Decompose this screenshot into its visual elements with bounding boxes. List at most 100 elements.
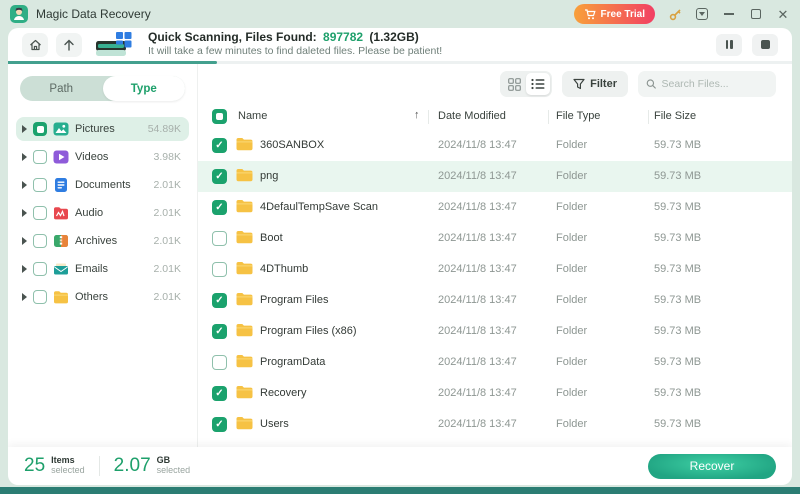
table-row[interactable]: Boot 2024/11/8 13:47 Folder 59.73 MB bbox=[198, 223, 792, 254]
checkbox[interactable] bbox=[212, 355, 227, 370]
sidebar-item-emails[interactable]: Emails 2.01K bbox=[16, 257, 189, 281]
table-row[interactable]: ProgramData 2024/11/8 13:47 Folder 59.73… bbox=[198, 347, 792, 378]
sidebar-item-others[interactable]: Others 2.01K bbox=[16, 285, 189, 309]
folder-icon bbox=[236, 292, 253, 306]
scan-progress-fill bbox=[8, 61, 217, 64]
expander-icon[interactable] bbox=[22, 209, 27, 217]
sidebar-item-archives[interactable]: Archives 2.01K bbox=[16, 229, 189, 253]
tray-icon[interactable] bbox=[695, 7, 709, 21]
sidebar-item-count: 2.01K bbox=[154, 291, 181, 303]
search-icon bbox=[646, 78, 656, 90]
checkbox[interactable] bbox=[33, 234, 47, 248]
checkbox[interactable] bbox=[33, 122, 47, 136]
sidebar-item-count: 54.89K bbox=[148, 123, 181, 135]
table-row[interactable]: Users 2024/11/8 13:47 Folder 59.73 MB bbox=[198, 409, 792, 440]
home-button[interactable] bbox=[22, 33, 48, 57]
table-header: Name ↑ Date Modified File Type File Size bbox=[198, 104, 792, 130]
view-toggle bbox=[500, 71, 552, 97]
up-button[interactable] bbox=[56, 33, 82, 57]
sort-ascending-icon[interactable]: ↑ bbox=[414, 109, 420, 121]
folder-icon bbox=[236, 199, 253, 213]
column-header-size[interactable]: File Size bbox=[654, 110, 696, 122]
stop-scan-button[interactable] bbox=[752, 34, 778, 56]
checkbox[interactable] bbox=[212, 200, 227, 215]
table-row-selected[interactable]: png 2024/11/8 13:47 Folder 59.73 MB bbox=[198, 161, 792, 192]
checkbox[interactable] bbox=[212, 293, 227, 308]
checkbox[interactable] bbox=[212, 324, 227, 339]
pause-scan-button[interactable] bbox=[716, 34, 742, 56]
sidebar-item-videos[interactable]: Videos 3.98K bbox=[16, 145, 189, 169]
expander-icon[interactable] bbox=[22, 293, 27, 301]
list-toolbar: Filter bbox=[198, 64, 792, 104]
audio-icon bbox=[53, 205, 69, 221]
app-title: Magic Data Recovery bbox=[36, 7, 151, 21]
expander-icon[interactable] bbox=[22, 153, 27, 161]
search-input[interactable] bbox=[661, 78, 768, 90]
free-trial-button[interactable]: Free Trial bbox=[574, 4, 655, 24]
sidebar-item-count: 2.01K bbox=[154, 207, 181, 219]
cart-icon bbox=[584, 9, 596, 20]
maximize-button[interactable] bbox=[749, 7, 763, 21]
tab-path[interactable]: Path bbox=[20, 76, 103, 101]
column-header-date[interactable]: Date Modified bbox=[438, 110, 506, 122]
checkbox[interactable] bbox=[33, 262, 47, 276]
checkbox[interactable] bbox=[33, 206, 47, 220]
checkbox[interactable] bbox=[212, 138, 227, 153]
files-found-count: 897782 bbox=[323, 30, 363, 44]
search-box bbox=[638, 71, 776, 97]
items-selected-count: 25 bbox=[24, 455, 45, 477]
scan-banner: Quick Scanning, Files Found: 897782 (1.3… bbox=[8, 28, 792, 61]
checkbox[interactable] bbox=[212, 231, 227, 246]
minimize-button[interactable] bbox=[722, 7, 736, 21]
select-all-checkbox[interactable] bbox=[212, 109, 227, 124]
sidebar: Path Type Pictures 54.89K Videos 3.98K bbox=[8, 64, 198, 447]
sidebar-item-label: Emails bbox=[75, 263, 148, 275]
table-row[interactable]: 360SANBOX 2024/11/8 13:47 Folder 59.73 M… bbox=[198, 130, 792, 161]
column-header-name[interactable]: Name bbox=[238, 110, 267, 122]
list-view-button[interactable] bbox=[526, 73, 550, 95]
documents-icon bbox=[53, 177, 69, 193]
sidebar-item-documents[interactable]: Documents 2.01K bbox=[16, 173, 189, 197]
expander-icon[interactable] bbox=[22, 181, 27, 189]
folder-icon bbox=[236, 261, 253, 275]
checkbox[interactable] bbox=[212, 262, 227, 277]
table-row[interactable]: Program Files (x86) 2024/11/8 13:47 Fold… bbox=[198, 316, 792, 347]
checkbox[interactable] bbox=[33, 178, 47, 192]
checkbox[interactable] bbox=[212, 386, 227, 401]
sidebar-item-label: Audio bbox=[75, 207, 148, 219]
folder-icon bbox=[236, 354, 253, 368]
checkbox[interactable] bbox=[212, 417, 227, 432]
tab-type[interactable]: Type bbox=[103, 76, 186, 101]
folder-icon bbox=[236, 137, 253, 151]
checkbox[interactable] bbox=[212, 169, 227, 184]
file-list-panel: Filter Name ↑ Date Modified File Type bbox=[198, 64, 792, 447]
path-type-switch: Path Type bbox=[20, 76, 185, 101]
recover-button[interactable]: Recover bbox=[648, 454, 776, 479]
column-header-type[interactable]: File Type bbox=[556, 110, 600, 122]
checkbox[interactable] bbox=[33, 150, 47, 164]
checkbox[interactable] bbox=[33, 290, 47, 304]
sidebar-item-label: Pictures bbox=[75, 123, 142, 135]
filter-icon bbox=[573, 78, 585, 90]
sidebar-item-audio[interactable]: Audio 2.01K bbox=[16, 201, 189, 225]
close-button[interactable]: ✕ bbox=[776, 7, 790, 21]
expander-icon[interactable] bbox=[22, 265, 27, 273]
app-logo-icon bbox=[10, 5, 28, 23]
table-row[interactable]: 4DefaulTempSave Scan 2024/11/8 13:47 Fol… bbox=[198, 192, 792, 223]
emails-icon bbox=[53, 261, 69, 277]
pictures-icon bbox=[53, 121, 69, 137]
expander-icon[interactable] bbox=[22, 125, 27, 133]
key-icon[interactable] bbox=[668, 7, 682, 21]
size-selected-stat: 2.07 GB selected bbox=[114, 455, 191, 477]
filter-button[interactable]: Filter bbox=[562, 71, 628, 97]
table-row[interactable]: Recovery 2024/11/8 13:47 Folder 59.73 MB bbox=[198, 378, 792, 409]
folder-icon bbox=[236, 385, 253, 399]
folder-icon bbox=[236, 168, 253, 182]
pause-icon bbox=[726, 40, 729, 49]
table-row[interactable]: 4DThumb 2024/11/8 13:47 Folder 59.73 MB bbox=[198, 254, 792, 285]
grid-view-button[interactable] bbox=[502, 73, 526, 95]
sidebar-item-pictures[interactable]: Pictures 54.89K bbox=[16, 117, 189, 141]
sidebar-item-label: Others bbox=[75, 291, 148, 303]
expander-icon[interactable] bbox=[22, 237, 27, 245]
table-row[interactable]: Program Files 2024/11/8 13:47 Folder 59.… bbox=[198, 285, 792, 316]
